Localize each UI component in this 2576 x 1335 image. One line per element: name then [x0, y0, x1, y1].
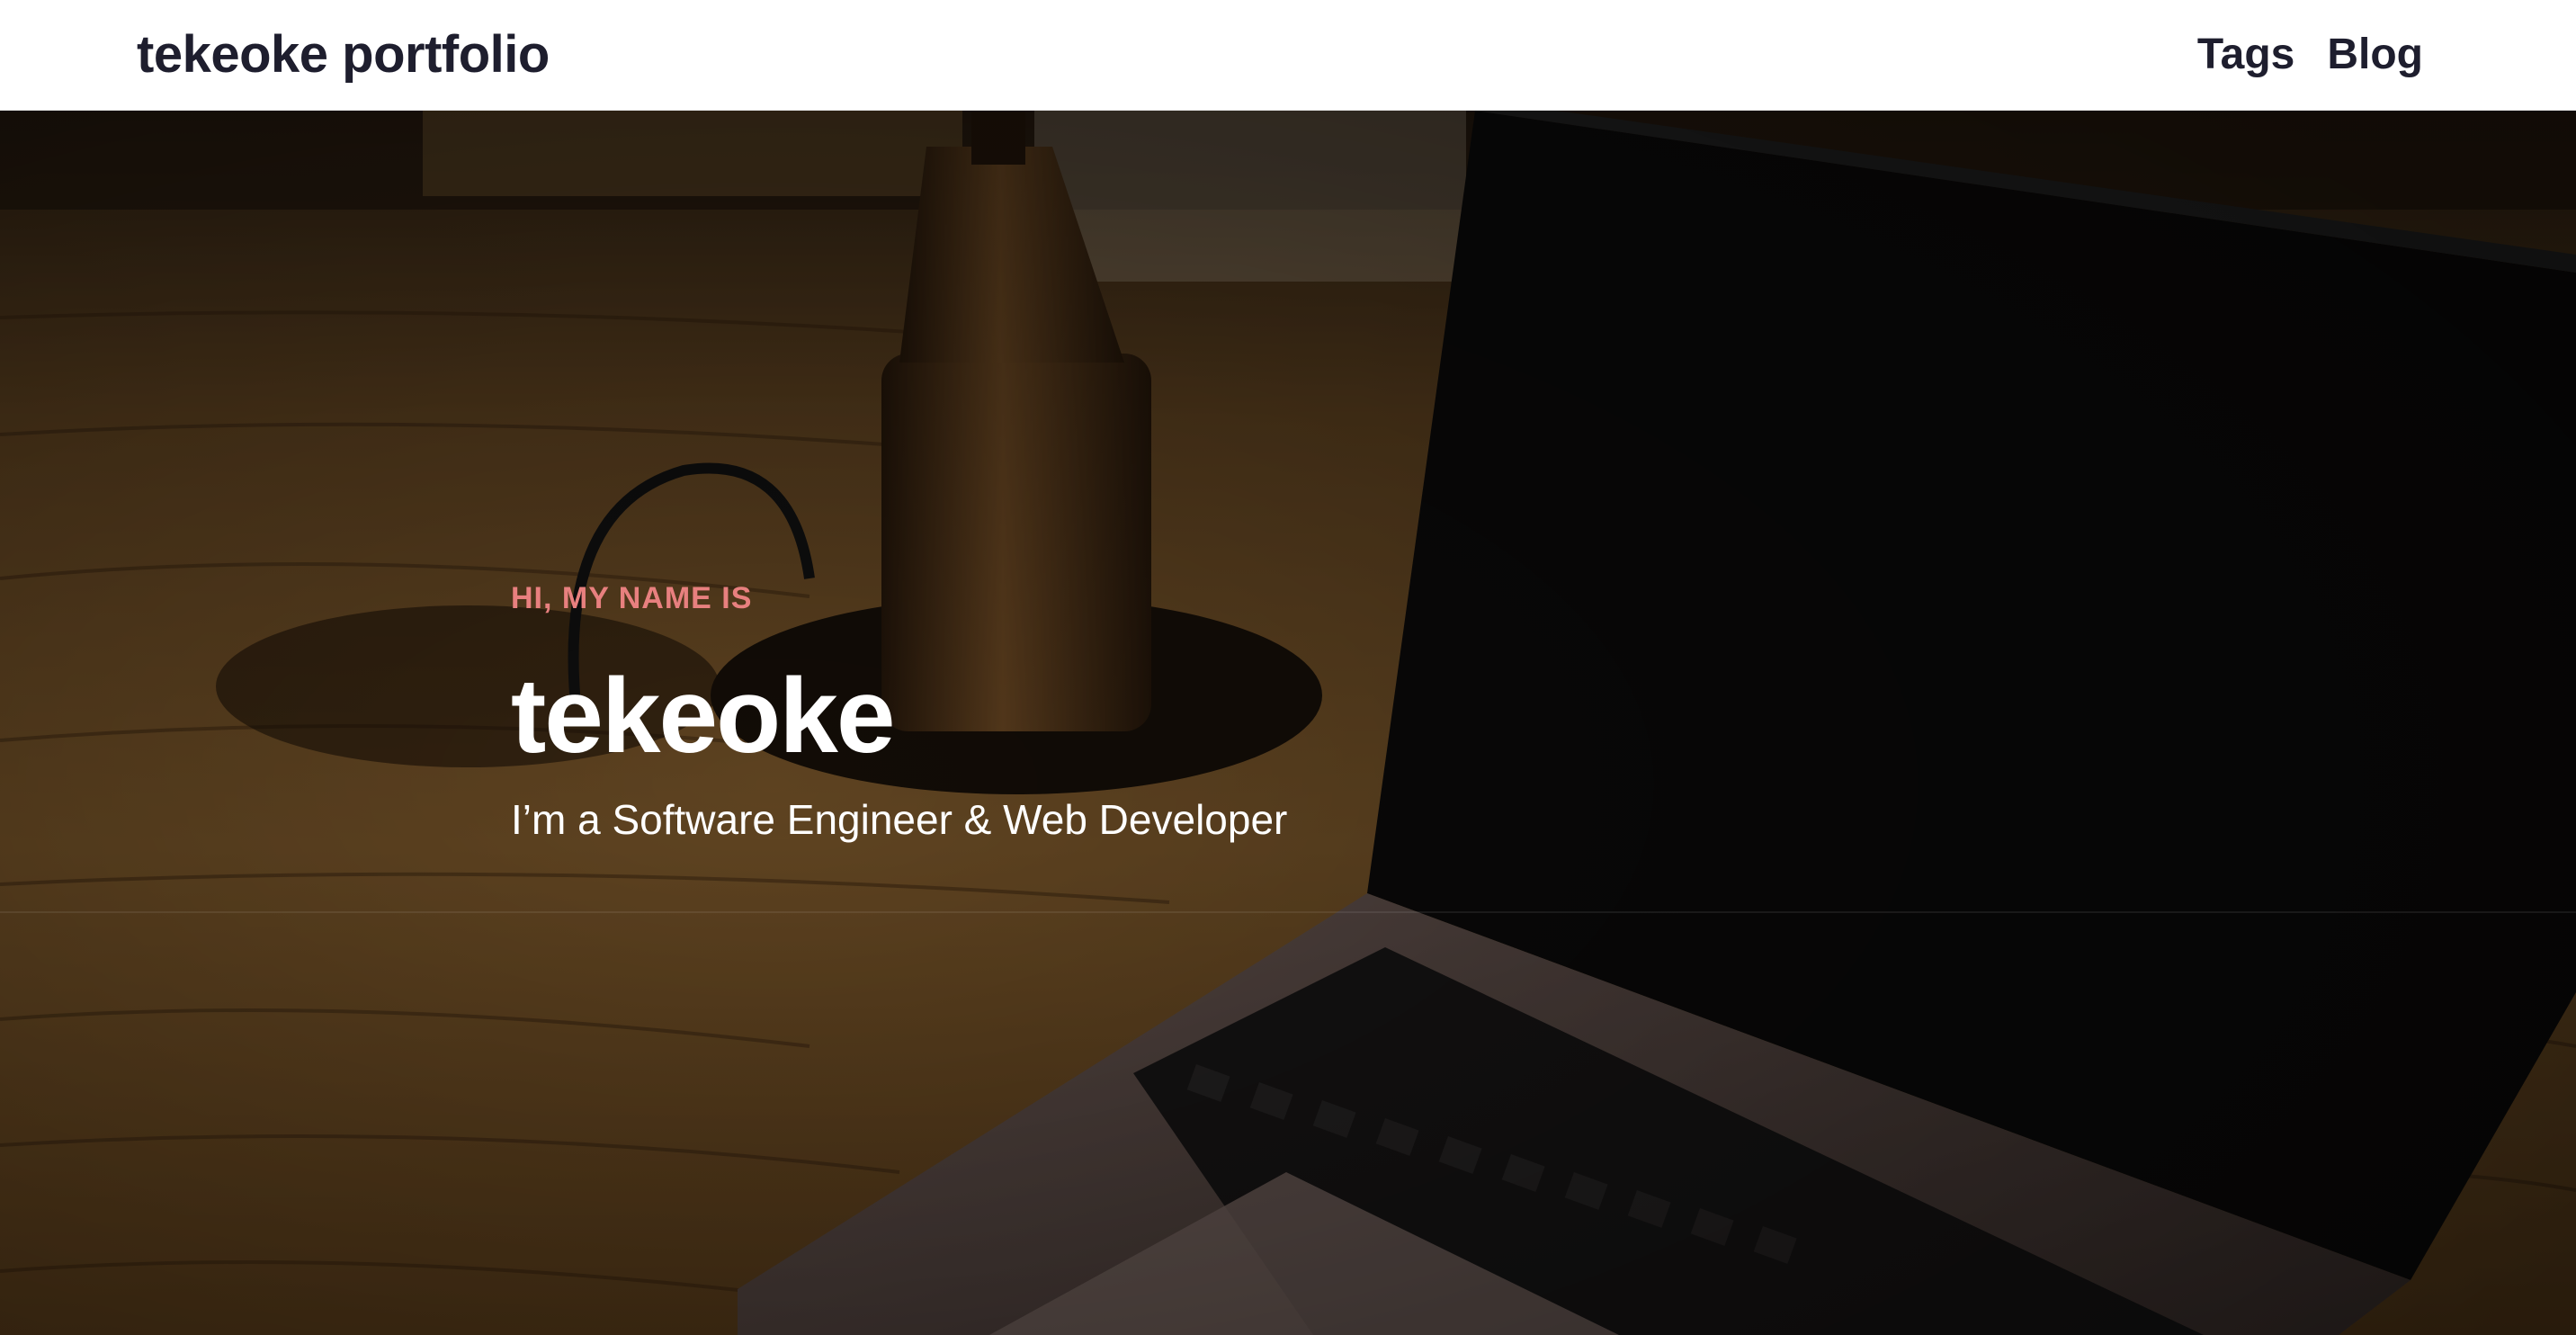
hero-subtitle: I’m a Software Engineer & Web Developer [511, 796, 1288, 843]
hero-content: HI, MY NAME IS tekeoke I’m a Software En… [511, 578, 1950, 847]
nav-link-blog[interactable]: Blog [2327, 23, 2423, 86]
nav-link-tags[interactable]: Tags [2197, 23, 2294, 86]
top-navbar: tekeoke portfolio Tags Blog [0, 0, 2576, 111]
hero-eyebrow: HI, MY NAME IS [511, 581, 753, 615]
hero-divider [0, 911, 2576, 913]
hero-section: HI, MY NAME IS tekeoke I’m a Software En… [0, 111, 2576, 1335]
nav-links: Tags Blog [2197, 23, 2423, 86]
hero-title: tekeoke [511, 657, 896, 775]
site-brand-link[interactable]: tekeoke portfolio [137, 23, 550, 86]
